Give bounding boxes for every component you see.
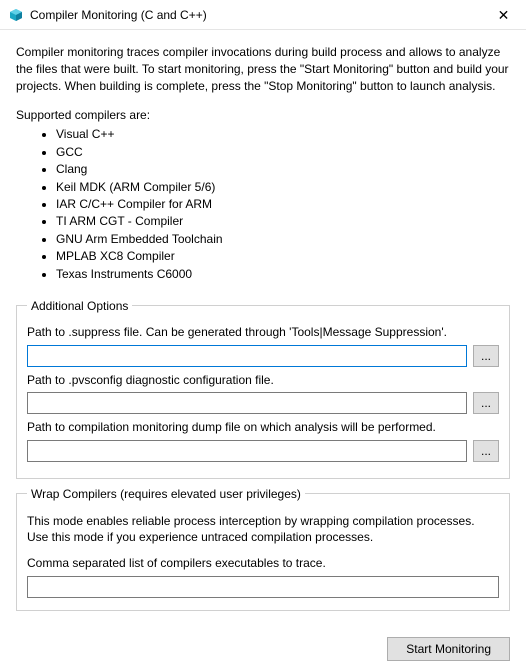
window-title: Compiler Monitoring (C and C++) (30, 8, 481, 22)
dialog-footer: Start Monitoring (0, 631, 526, 661)
list-item: Keil MDK (ARM Compiler 5/6) (56, 179, 510, 196)
close-icon: ✕ (498, 8, 510, 22)
list-item: MPLAB XC8 Compiler (56, 248, 510, 265)
list-item: GCC (56, 144, 510, 161)
app-icon (8, 7, 24, 23)
ellipsis-icon: ... (481, 350, 491, 362)
supported-compilers-label: Supported compilers are: (16, 108, 510, 122)
pvsconfig-browse-button[interactable]: ... (473, 392, 499, 414)
pvsconfig-file-input[interactable] (27, 392, 467, 414)
list-item: IAR C/C++ Compiler for ARM (56, 196, 510, 213)
additional-options-legend: Additional Options (27, 299, 132, 313)
dump-file-input[interactable] (27, 440, 467, 462)
list-item: Texas Instruments C6000 (56, 266, 510, 283)
titlebar: Compiler Monitoring (C and C++) ✕ (0, 0, 526, 30)
wrap-compilers-legend: Wrap Compilers (requires elevated user p… (27, 487, 305, 501)
ellipsis-icon: ... (481, 445, 491, 457)
suppress-browse-button[interactable]: ... (473, 345, 499, 367)
intro-text: Compiler monitoring traces compiler invo… (16, 44, 510, 94)
list-item: Clang (56, 161, 510, 178)
suppress-file-label: Path to .suppress file. Can be generated… (27, 325, 499, 341)
dump-browse-button[interactable]: ... (473, 440, 499, 462)
additional-options-group: Additional Options Path to .suppress fil… (16, 299, 510, 479)
list-item: Visual C++ (56, 126, 510, 143)
list-item: GNU Arm Embedded Toolchain (56, 231, 510, 248)
compiler-list: Visual C++ GCC Clang Keil MDK (ARM Compi… (16, 126, 510, 283)
suppress-file-input[interactable] (27, 345, 467, 367)
ellipsis-icon: ... (481, 397, 491, 409)
wrap-list-input[interactable] (27, 576, 499, 598)
wrap-compilers-group: Wrap Compilers (requires elevated user p… (16, 487, 510, 611)
close-button[interactable]: ✕ (481, 0, 526, 30)
start-monitoring-button[interactable]: Start Monitoring (387, 637, 510, 661)
wrap-compilers-description: This mode enables reliable process inter… (27, 513, 499, 547)
dump-file-label: Path to compilation monitoring dump file… (27, 420, 499, 436)
wrap-list-label: Comma separated list of compilers execut… (27, 556, 499, 572)
pvsconfig-file-label: Path to .pvsconfig diagnostic configurat… (27, 373, 499, 389)
dialog-content: Compiler monitoring traces compiler invo… (0, 30, 526, 631)
list-item: TI ARM CGT - Compiler (56, 213, 510, 230)
